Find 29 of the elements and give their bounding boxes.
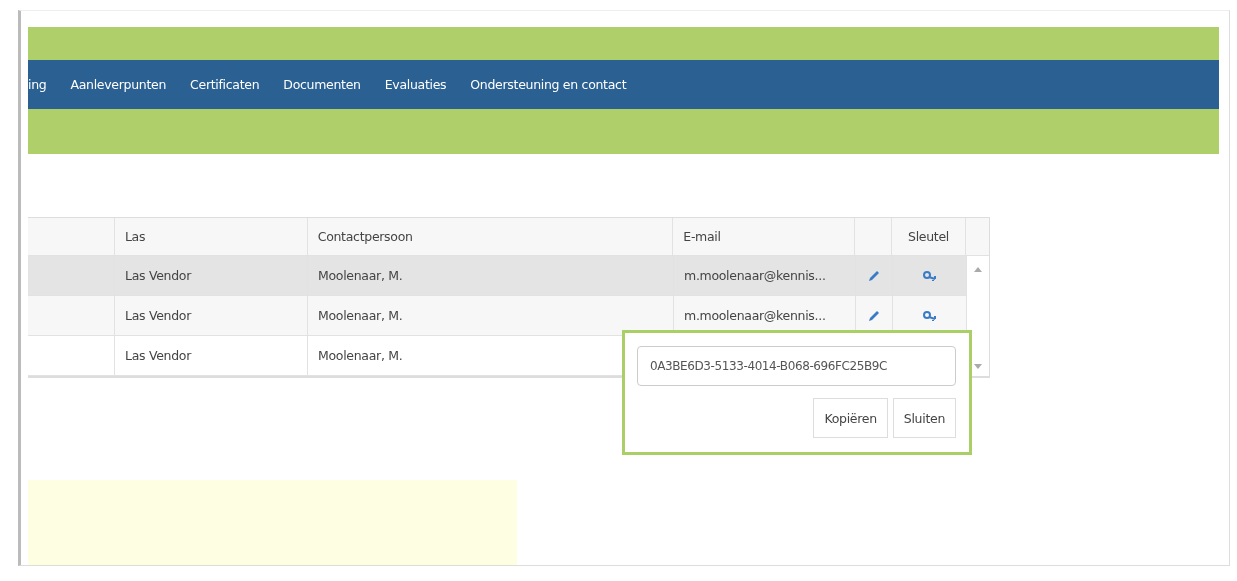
nav-link[interactable]: Certificaten — [190, 77, 260, 92]
column-header: Contactpersoon — [317, 229, 413, 244]
nav-link[interactable]: Aanleverpunten — [70, 77, 167, 92]
table-cell: Moolenaar, M. — [318, 268, 403, 283]
scroll-up-icon[interactable] — [974, 266, 982, 272]
key-icon[interactable] — [921, 269, 938, 282]
column-header: Sleutel — [908, 229, 950, 244]
popup-button[interactable]: Kopiëren — [813, 398, 888, 438]
key-icon[interactable] — [921, 309, 938, 322]
table-row[interactable]: Las Vendor Moolenaar, M. m.moolenaar@kennis... — [28, 256, 967, 296]
popup-button[interactable]: Sluiten — [892, 398, 956, 438]
table-cell: Las Vendor — [125, 308, 192, 323]
table-cell: Las Vendor — [125, 348, 192, 363]
column-header: E-mail — [683, 229, 721, 244]
pencil-icon[interactable] — [867, 308, 881, 323]
table-cell: Moolenaar, M. — [318, 348, 403, 363]
table-cell: Moolenaar, M. — [318, 308, 403, 323]
table-cell: Las Vendor — [125, 268, 192, 283]
nav-link[interactable]: Ondersteuning en contact — [470, 77, 627, 92]
table-cell: m.moolenaar@kennis... — [684, 308, 826, 323]
scroll-down-icon[interactable] — [974, 364, 982, 370]
table-cell: m.moolenaar@kennis... — [684, 268, 826, 283]
nav-link[interactable]: Evaluaties — [384, 77, 447, 92]
key-field[interactable]: 0A3BE6D3-5133-4014-B068-696FC25B9C — [637, 346, 956, 386]
nav-link[interactable]: ing — [28, 77, 47, 92]
table-row[interactable]: Las Vendor Moolenaar, M. m.moolenaar@kennis... — [28, 296, 967, 336]
pencil-icon[interactable] — [867, 268, 881, 283]
nav-link[interactable]: Documenten — [283, 77, 361, 92]
column-header: Las — [124, 229, 146, 244]
